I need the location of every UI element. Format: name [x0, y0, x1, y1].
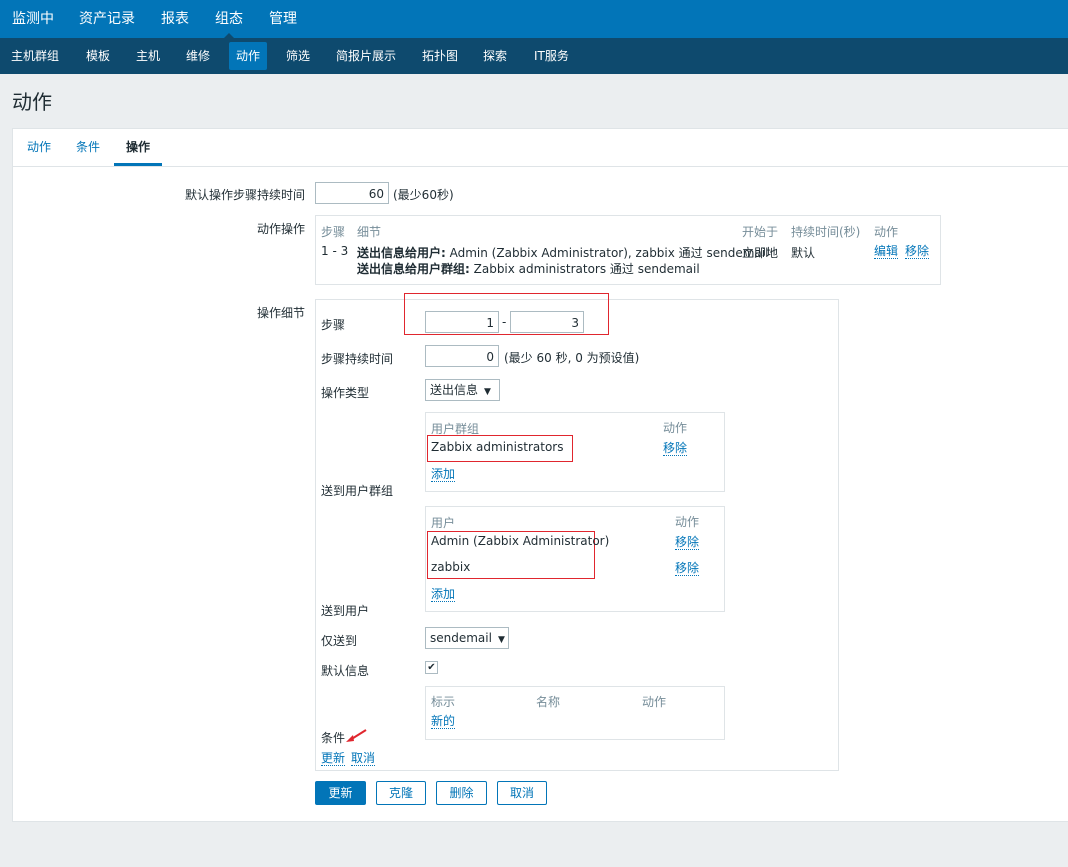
action-operations-label: 动作操作 — [256, 222, 305, 236]
default-message-label: 默认信息 — [321, 664, 370, 678]
sub-nav-discovery-filter[interactable]: 筛选 — [279, 42, 317, 70]
sub-nav-host-groups[interactable]: 主机群组 — [4, 42, 66, 70]
users-table: 用户 动作 Admin (Zabbix Administrator) 移除 za… — [425, 506, 725, 612]
op-edit-link[interactable]: 编辑 — [874, 244, 899, 259]
dropdown-arrow-icon: ▼ — [497, 635, 505, 645]
col-label: 标示 — [431, 695, 456, 709]
dropdown-arrow-icon: ▼ — [484, 387, 491, 397]
col-group-action: 动作 — [663, 421, 688, 435]
default-step-duration-label: 默认操作步骤持续时间 — [184, 188, 305, 202]
group-add-link[interactable]: 添加 — [431, 467, 456, 482]
col-duration: 持续时间(秒) — [791, 225, 861, 239]
group-name: Zabbix administrators — [431, 440, 564, 454]
col-name: 名称 — [536, 695, 561, 709]
top-nav-administration[interactable]: 管理 — [269, 0, 297, 38]
top-nav-configuration[interactable]: 组态 — [215, 0, 243, 39]
step-duration-label: 步骤持续时间 — [321, 352, 394, 366]
conditions-label: 条件 — [321, 731, 346, 745]
clone-button[interactable]: 克隆 — [376, 781, 426, 805]
col-detail: 细节 — [357, 225, 382, 239]
top-nav-reports[interactable]: 报表 — [161, 0, 189, 38]
tab-conditions[interactable]: 条件 — [76, 129, 100, 166]
conditions-table: 标示 名称 动作 新的 — [425, 686, 725, 740]
action-form-panel: 动作 条件 操作 默认操作步骤持续时间 60 (最少60秒) 动作操作 步骤 细… — [12, 128, 1068, 822]
user-name-2: zabbix — [431, 560, 471, 574]
op-update-link[interactable]: 更新 — [321, 751, 346, 766]
user-groups-table: 用户群组 动作 Zabbix administrators 移除 添加 — [425, 412, 725, 492]
group-remove-link[interactable]: 移除 — [663, 441, 688, 456]
user-remove-link-2[interactable]: 移除 — [675, 561, 700, 576]
tab-action[interactable]: 动作 — [27, 129, 51, 166]
page-title: 动作 — [12, 90, 52, 114]
sub-nav-it-services[interactable]: IT服务 — [527, 42, 576, 70]
sub-nav-discovery[interactable]: 探索 — [476, 42, 514, 70]
top-nav-inventory[interactable]: 资产记录 — [79, 0, 135, 38]
op-remove-link[interactable]: 移除 — [905, 244, 930, 259]
send-only-to-select[interactable]: sendemail ▼ — [425, 627, 509, 649]
step-from-input[interactable]: 1 — [425, 311, 499, 333]
send-to-groups-label: 送到用户群组 — [321, 484, 394, 498]
delete-button[interactable]: 删除 — [436, 781, 487, 805]
operation-details-box: 步骤 1 - 3 步骤持续时间 0 (最少 60 秒, 0 为预设值) 操作类型… — [315, 293, 839, 771]
op-start: 立即地 — [742, 246, 779, 260]
annotation-arrow-icon — [346, 729, 367, 742]
cancel-button[interactable]: 取消 — [497, 781, 547, 805]
top-nav: 监测中 资产记录 报表 组态 管理 — [0, 0, 1068, 39]
step-separator: - — [502, 315, 507, 329]
op-step: 1 - 3 — [321, 244, 349, 258]
op-detail-groups: 送出信息给用户群组: Zabbix administrators 通过 send… — [357, 262, 700, 276]
sub-nav-hosts[interactable]: 主机 — [129, 42, 167, 70]
user-remove-link-1[interactable]: 移除 — [675, 535, 700, 550]
col-condition-action: 动作 — [642, 695, 667, 709]
action-operations-table: 步骤 细节 开始于 持续时间(秒) 动作 1 - 3 送出信息给用户: Admi… — [315, 215, 941, 285]
op-cancel-link[interactable]: 取消 — [351, 751, 376, 766]
col-user: 用户 — [431, 516, 456, 530]
sub-nav-maps[interactable]: 拓扑图 — [415, 42, 465, 70]
sub-nav-actions[interactable]: 动作 — [229, 42, 268, 70]
op-type-select[interactable]: 送出信息 ▼ — [425, 379, 500, 401]
col-action: 动作 — [874, 225, 899, 239]
sub-nav-slides[interactable]: 简报片展示 — [329, 42, 403, 70]
col-step: 步骤 — [321, 225, 346, 239]
step-duration-input[interactable]: 0 — [425, 345, 499, 367]
col-user-action: 动作 — [675, 515, 700, 529]
operation-details-label: 操作细节 — [256, 306, 305, 320]
step-label: 步骤 — [321, 318, 346, 332]
send-only-to-label: 仅送到 — [321, 634, 358, 648]
update-button[interactable]: 更新 — [315, 781, 366, 805]
top-nav-monitoring[interactable]: 监测中 — [12, 0, 54, 38]
col-start: 开始于 — [742, 225, 779, 239]
tab-operations[interactable]: 操作 — [114, 129, 163, 166]
op-type-label: 操作类型 — [321, 386, 370, 400]
default-step-duration-hint: (最少60秒) — [393, 188, 454, 202]
step-to-input[interactable]: 3 — [510, 311, 584, 333]
user-name-1: Admin (Zabbix Administrator) — [431, 534, 610, 548]
condition-new-link[interactable]: 新的 — [431, 714, 456, 729]
sub-nav: 主机群组 模板 主机 维修 动作 筛选 简报片展示 拓扑图 探索 IT服务 — [0, 38, 1068, 74]
sub-nav-templates[interactable]: 模板 — [79, 42, 117, 70]
step-duration-hint: (最少 60 秒, 0 为预设值) — [504, 351, 640, 365]
form-tabs: 动作 条件 操作 — [13, 129, 1068, 167]
sub-nav-maintenance[interactable]: 维修 — [179, 42, 217, 70]
op-duration: 默认 — [791, 246, 816, 260]
default-message-checkbox[interactable]: ✔ — [425, 661, 438, 674]
op-detail-users: 送出信息给用户: Admin (Zabbix Administrator), z… — [357, 246, 769, 260]
send-to-users-label: 送到用户 — [321, 604, 370, 618]
default-step-duration-input[interactable]: 60 — [315, 182, 389, 204]
user-add-link[interactable]: 添加 — [431, 587, 456, 602]
